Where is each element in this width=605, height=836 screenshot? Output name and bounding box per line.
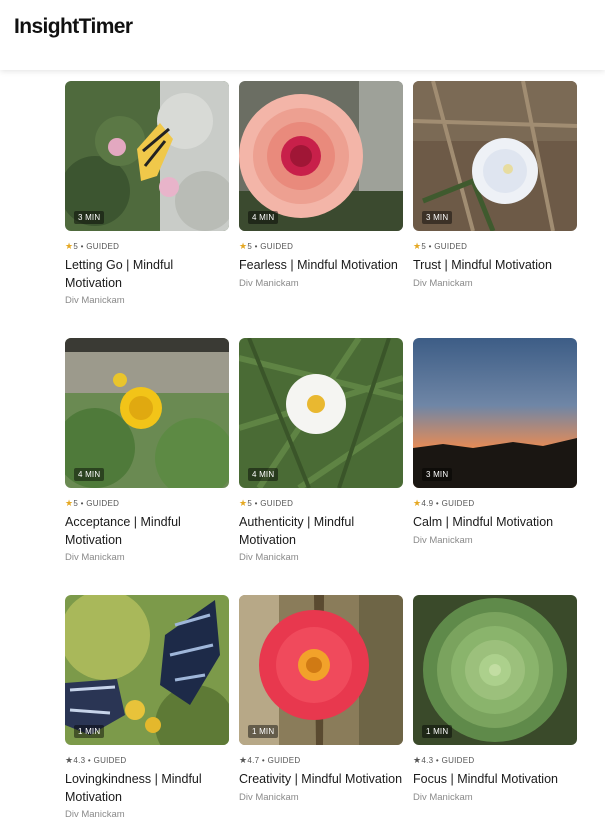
- card-author[interactable]: Div Manickam: [413, 278, 577, 289]
- meditation-grid: 3 MIN ★5 • GUIDED Letting Go | Mindful M…: [0, 0, 605, 836]
- rating-value: 4.3: [421, 756, 434, 765]
- content-type: GUIDED: [267, 756, 301, 765]
- duration-badge: 1 MIN: [74, 725, 105, 738]
- card-author[interactable]: Div Manickam: [65, 552, 229, 563]
- card-author[interactable]: Div Manickam: [65, 295, 229, 306]
- duration-badge: 1 MIN: [248, 725, 279, 738]
- content-type: GUIDED: [86, 242, 120, 251]
- insight-timer-logo[interactable]: InsightTimer: [14, 14, 133, 40]
- rating-value: 5: [247, 499, 253, 508]
- meditation-card-creativity[interactable]: 1 MIN ★4.7 • GUIDED Creativity | Mindful…: [239, 595, 403, 803]
- card-title[interactable]: Trust | Mindful Motivation: [413, 257, 577, 275]
- thumbnail-butterfly[interactable]: 3 MIN: [65, 81, 229, 231]
- sunset-image: [413, 338, 577, 488]
- card-title[interactable]: Letting Go | Mindful Motivation: [65, 257, 229, 292]
- card-title[interactable]: Acceptance | Mindful Motivation: [65, 514, 229, 549]
- rating-value: 5: [73, 242, 79, 251]
- rating-row: ★4.9 • GUIDED: [413, 498, 475, 508]
- meditation-card-lovingkindness[interactable]: 1 MIN ★4.3 • GUIDED Lovingkindness | Min…: [65, 595, 229, 820]
- card-author[interactable]: Div Manickam: [413, 792, 577, 803]
- card-author[interactable]: Div Manickam: [413, 535, 577, 546]
- rating-row: ★5 • GUIDED: [65, 241, 120, 251]
- content-type: GUIDED: [260, 242, 294, 251]
- duration-badge: 3 MIN: [422, 211, 453, 224]
- meditation-card-authenticity[interactable]: 4 MIN ★5 • GUIDED Authenticity | Mindful…: [239, 338, 403, 563]
- thumbnail-succulent-spiral[interactable]: 1 MIN: [413, 595, 577, 745]
- card-author[interactable]: Div Manickam: [239, 278, 403, 289]
- thumbnail-morning-glory[interactable]: 3 MIN: [413, 81, 577, 231]
- rating-row: ★5 • GUIDED: [239, 241, 294, 251]
- content-type: GUIDED: [434, 242, 468, 251]
- rating-row: ★4.7 • GUIDED: [239, 755, 301, 765]
- card-author[interactable]: Div Manickam: [239, 552, 403, 563]
- duration-badge: 3 MIN: [422, 468, 453, 481]
- thumbnail-daisy[interactable]: 4 MIN: [239, 338, 403, 488]
- top-header: InsightTimer: [0, 0, 605, 70]
- thumbnail-red-flower[interactable]: 1 MIN: [239, 595, 403, 745]
- card-author[interactable]: Div Manickam: [239, 792, 403, 803]
- content-type: GUIDED: [441, 756, 475, 765]
- content-type: GUIDED: [86, 499, 120, 508]
- duration-badge: 4 MIN: [248, 468, 279, 481]
- dahlia-image: [239, 81, 403, 231]
- content-type: GUIDED: [93, 756, 127, 765]
- card-title[interactable]: Creativity | Mindful Motivation: [239, 771, 403, 789]
- card-title[interactable]: Authenticity | Mindful Motivation: [239, 514, 403, 549]
- rating-row: ★5 • GUIDED: [239, 498, 294, 508]
- succulent-spiral-image: [413, 595, 577, 745]
- thumbnail-dahlia[interactable]: 4 MIN: [239, 81, 403, 231]
- rating-row: ★4.3 • GUIDED: [65, 755, 127, 765]
- daisy-image: [239, 338, 403, 488]
- thumbnail-sunset[interactable]: 3 MIN: [413, 338, 577, 488]
- rating-row: ★4.3 • GUIDED: [413, 755, 475, 765]
- rating-row: ★5 • GUIDED: [65, 498, 120, 508]
- duration-badge: 4 MIN: [74, 468, 105, 481]
- rating-value: 4.7: [247, 756, 260, 765]
- meditation-card-fearless[interactable]: 4 MIN ★5 • GUIDED Fearless | Mindful Mot…: [239, 81, 403, 289]
- thumbnail-yellow-flower[interactable]: 4 MIN: [65, 338, 229, 488]
- rating-value: 5: [421, 242, 427, 251]
- meditation-card-trust[interactable]: 3 MIN ★5 • GUIDED Trust | Mindful Motiva…: [413, 81, 577, 289]
- card-title[interactable]: Fearless | Mindful Motivation: [239, 257, 403, 275]
- card-title[interactable]: Lovingkindness | Mindful Motivation: [65, 771, 229, 806]
- duration-badge: 3 MIN: [74, 211, 105, 224]
- duration-badge: 1 MIN: [422, 725, 453, 738]
- card-title[interactable]: Calm | Mindful Motivation: [413, 514, 577, 532]
- content-type: GUIDED: [260, 499, 294, 508]
- red-flower-image: [239, 595, 403, 745]
- content-type: GUIDED: [441, 499, 475, 508]
- rating-value: 4.9: [421, 499, 434, 508]
- card-author[interactable]: Div Manickam: [65, 809, 229, 820]
- rating-value: 4.3: [73, 756, 86, 765]
- rating-row: ★5 • GUIDED: [413, 241, 468, 251]
- yellow-flower-image: [65, 338, 229, 488]
- thumbnail-blue-butterflies[interactable]: 1 MIN: [65, 595, 229, 745]
- meditation-card-letting-go[interactable]: 3 MIN ★5 • GUIDED Letting Go | Mindful M…: [65, 81, 229, 306]
- meditation-card-focus[interactable]: 1 MIN ★4.3 • GUIDED Focus | Mindful Moti…: [413, 595, 577, 803]
- rating-value: 5: [247, 242, 253, 251]
- meditation-card-acceptance[interactable]: 4 MIN ★5 • GUIDED Acceptance | Mindful M…: [65, 338, 229, 563]
- meditation-card-calm[interactable]: 3 MIN ★4.9 • GUIDED Calm | Mindful Motiv…: [413, 338, 577, 546]
- butterfly-image: [65, 81, 229, 231]
- morning-glory-image: [413, 81, 577, 231]
- blue-butterflies-image: [65, 595, 229, 745]
- rating-value: 5: [73, 499, 79, 508]
- card-title[interactable]: Focus | Mindful Motivation: [413, 771, 577, 789]
- duration-badge: 4 MIN: [248, 211, 279, 224]
